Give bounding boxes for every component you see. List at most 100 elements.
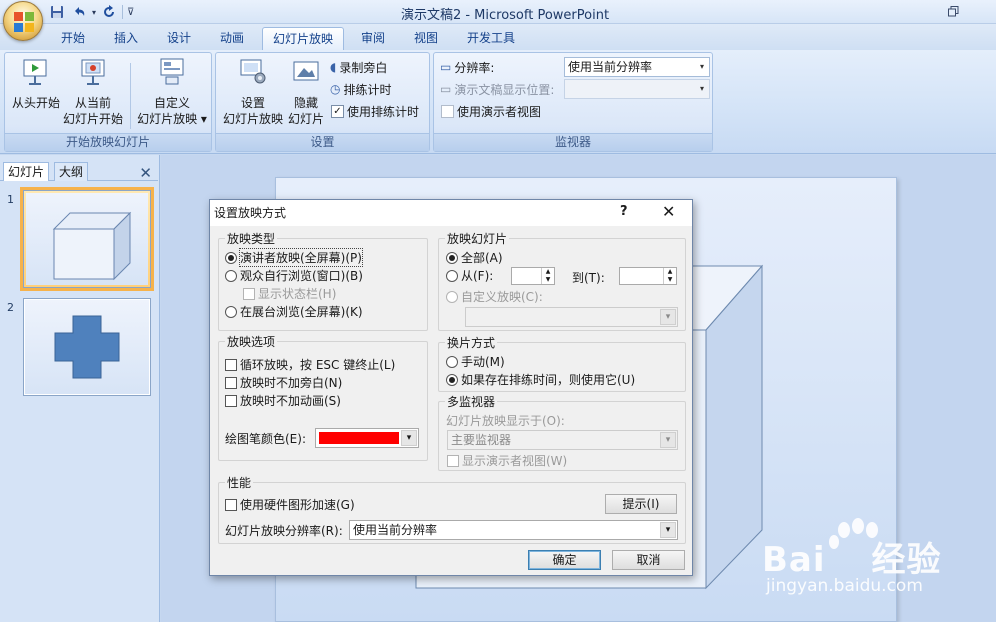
microphone-icon: ◖: [330, 60, 337, 74]
tab-view[interactable]: 视图: [411, 27, 441, 50]
title-bar: ▾ ⊽ 演示文稿2 - Microsoft PowerPoint: [0, 0, 996, 24]
ribbon-tab-row: 开始 插入 设计 动画 幻灯片放映 审阅 视图 开发工具: [0, 24, 996, 50]
tips-button[interactable]: 提示(I): [605, 494, 677, 514]
slide-number: 2: [7, 301, 14, 314]
no-narration-checkbox[interactable]: 放映时不加旁白(N): [225, 374, 342, 391]
show-slides-group: 放映幻灯片 全部(A) 从(F): ▲ ▼ 到(T): ▲ ▼ 自定义放映(C)…: [438, 230, 686, 331]
display-on-label: 幻灯片放映显示于(O):: [446, 414, 565, 428]
hide-slide-icon: [293, 61, 319, 81]
thumbnail-canvas: [26, 193, 148, 285]
show-on-label: ▭ 演示文稿显示位置:: [440, 82, 555, 97]
stopwatch-icon: ◷: [330, 82, 341, 96]
use-rehearsed-timings-checkbox[interactable]: ✓ 使用排练计时: [331, 101, 419, 121]
chevron-down-icon: ▾: [660, 522, 676, 538]
cancel-button[interactable]: 取消: [612, 550, 685, 570]
chevron-up-icon[interactable]: ▲: [663, 268, 676, 276]
restore-window-icon[interactable]: [940, 2, 966, 20]
slide-thumbnail-2[interactable]: [23, 298, 151, 396]
tab-design[interactable]: 设计: [164, 27, 194, 50]
rehearse-timings-button[interactable]: ◷ 排练计时: [330, 79, 392, 99]
display-on-dropdown[interactable]: 主要监视器 ▾: [447, 430, 678, 450]
performance-legend: 性能: [225, 474, 254, 491]
multi-monitor-legend: 多监视器: [445, 393, 498, 410]
group-separator: [130, 63, 131, 129]
custom-slideshow-button[interactable]: 自定义 幻灯片放映 ▾: [135, 57, 209, 127]
chevron-down-icon[interactable]: ▼: [541, 276, 554, 284]
custom-show-icon: [160, 58, 184, 85]
office-button[interactable]: [3, 1, 43, 41]
record-narration-button[interactable]: ◖ 录制旁白: [330, 57, 387, 77]
pane-tabs: 幻灯片 大纲 ✕: [0, 159, 158, 182]
tab-insert[interactable]: 插入: [111, 27, 141, 50]
show-presenter-view-checkbox[interactable]: 显示演示者视图(W): [447, 452, 567, 469]
group-start-slideshow: 从头开始 从当前 幻灯片开始 自定义 幻灯片放映 ▾ 开始放映幻灯片: [4, 52, 212, 152]
use-timings-radio[interactable]: 如果存在排练时间，则使用它(U): [446, 371, 635, 388]
chevron-down-icon: ▾: [401, 430, 417, 446]
cross-shape-icon: [54, 315, 120, 379]
hardware-accel-checkbox[interactable]: 使用硬件图形加速(G): [225, 496, 355, 513]
presenter-view-checkbox[interactable]: 使用演示者视图: [441, 101, 541, 121]
to-slide-stepper[interactable]: ▲ ▼: [619, 267, 677, 285]
show-type-group: 放映类型 演讲者放映(全屏幕)(P) 观众自行浏览(窗口)(B) 显示状态栏(H…: [218, 230, 428, 331]
display-icon: ▭: [440, 82, 452, 96]
setup-show-dialog: 设置放映方式 ? ✕ 放映类型 演讲者放映(全屏幕)(P) 观众自行浏览(窗口)…: [209, 199, 693, 576]
chevron-down-icon: ▾: [699, 62, 704, 71]
from-current-slide-button[interactable]: 从当前 幻灯片开始: [61, 57, 125, 127]
from-slide-stepper[interactable]: ▲ ▼: [511, 267, 555, 285]
custom-show-radio[interactable]: 自定义放映(C):: [446, 288, 543, 305]
ok-button[interactable]: 确定: [528, 550, 601, 570]
show-options-group: 放映选项 循环放映，按 ESC 键终止(L) 放映时不加旁白(N) 放映时不加动…: [218, 333, 428, 461]
pen-color-swatch: [319, 432, 399, 444]
dialog-title: 设置放映方式: [214, 206, 287, 220]
custom-show-dropdown[interactable]: ▾: [465, 307, 678, 327]
tab-developer[interactable]: 开发工具: [463, 27, 519, 50]
manual-advance-radio[interactable]: 手动(M): [446, 353, 505, 370]
group-label-setup: 设置: [216, 133, 429, 151]
ribbon: 从头开始 从当前 幻灯片开始 自定义 幻灯片放映 ▾ 开始放映幻灯片 设置 幻灯…: [0, 50, 996, 154]
presenter-view-check[interactable]: [441, 104, 454, 118]
group-setup: 设置 幻灯片放映 隐藏 幻灯片 ◖ 录制旁白 ◷ 排练计时 ✓ 使用排练计时 设…: [215, 52, 430, 152]
pen-color-picker[interactable]: ▾: [315, 428, 419, 448]
resolution-dropdown[interactable]: 使用当前分辨率 ▾: [564, 57, 710, 77]
close-icon[interactable]: ✕: [139, 164, 152, 182]
projector-screen-icon: [23, 59, 47, 85]
chevron-down-icon[interactable]: ▼: [663, 276, 676, 284]
tab-slideshow[interactable]: 幻灯片放映: [262, 27, 344, 50]
slide-thumbnail-1[interactable]: [20, 187, 154, 291]
watermark-brand: Bai: [762, 540, 826, 580]
tab-review[interactable]: 审阅: [358, 27, 388, 50]
kiosk-radio[interactable]: 在展台浏览(全屏幕)(K): [225, 303, 363, 320]
close-icon[interactable]: ✕: [662, 202, 675, 221]
show-on-dropdown[interactable]: ▾: [564, 79, 710, 99]
chevron-up-icon[interactable]: ▲: [541, 268, 554, 276]
from-beginning-button[interactable]: 从头开始: [7, 57, 65, 111]
watermark-brand-2: 经验: [871, 540, 942, 580]
all-slides-radio[interactable]: 全部(A): [446, 249, 503, 266]
from-radio[interactable]: 从(F):: [446, 267, 493, 284]
setup-show-icon: [240, 59, 266, 84]
show-scrollbar-checkbox[interactable]: 显示状态栏(H): [243, 285, 336, 302]
hide-slide-button[interactable]: 隐藏 幻灯片: [286, 57, 326, 127]
chevron-down-icon: ▾: [699, 84, 704, 93]
help-icon[interactable]: ?: [620, 204, 628, 219]
browsed-window-radio[interactable]: 观众自行浏览(窗口)(B): [225, 267, 363, 284]
group-label-start-slideshow: 开始放映幻灯片: [5, 133, 211, 151]
group-monitors: ▭ 分辨率: 使用当前分辨率 ▾ ▭ 演示文稿显示位置: ▾ 使用演示者视图 监…: [433, 52, 713, 152]
show-type-legend: 放映类型: [225, 230, 278, 247]
chevron-down-icon: ▾: [660, 432, 676, 448]
no-animation-checkbox[interactable]: 放映时不加动画(S): [225, 392, 341, 409]
setup-slideshow-button[interactable]: 设置 幻灯片放映: [218, 57, 288, 127]
to-label: 到(T):: [572, 271, 605, 285]
watermark-url: jingyan.baidu.com: [766, 576, 923, 596]
tab-home[interactable]: 开始: [58, 27, 88, 50]
use-rehearsed-check[interactable]: ✓: [331, 104, 344, 118]
window-title: 演示文稿2 - Microsoft PowerPoint: [400, 8, 610, 23]
show-resolution-label: 幻灯片放映分辨率(R):: [225, 524, 343, 538]
tab-animations[interactable]: 动画: [217, 27, 247, 50]
advance-slides-legend: 换片方式: [445, 334, 498, 351]
loop-checkbox[interactable]: 循环放映，按 ESC 键终止(L): [225, 356, 395, 373]
tab-slides[interactable]: 幻灯片: [3, 162, 50, 181]
tab-outline[interactable]: 大纲: [54, 162, 89, 181]
presenter-radio[interactable]: 演讲者放映(全屏幕)(P): [225, 248, 363, 267]
show-resolution-dropdown[interactable]: 使用当前分辨率 ▾: [349, 520, 678, 540]
